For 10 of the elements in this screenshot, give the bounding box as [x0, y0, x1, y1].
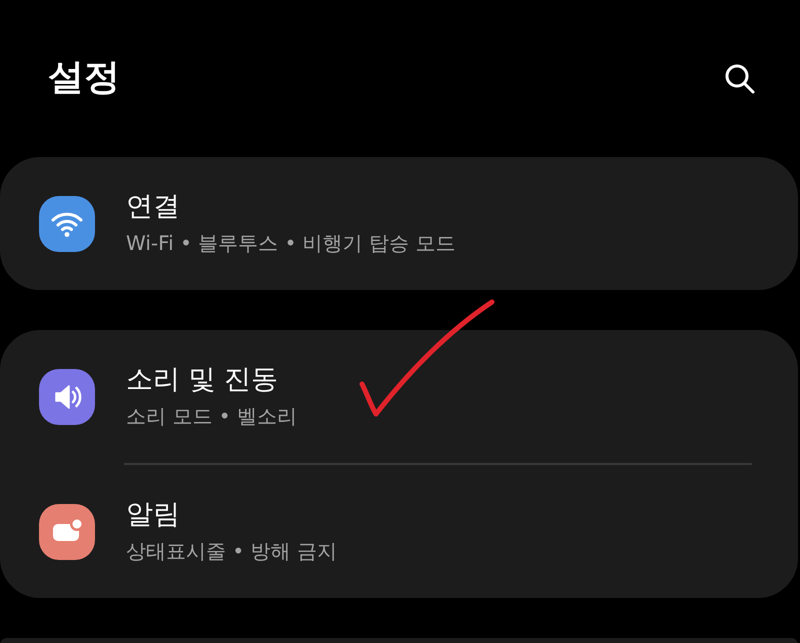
speaker-icon[interactable] [39, 368, 95, 424]
notification-icon[interactable] [39, 504, 95, 560]
wifi-icon[interactable] [39, 196, 95, 252]
setting-subtitle: 소리 모드 • 벨소리 [126, 403, 297, 429]
page-title: 설정 [48, 56, 120, 100]
setting-title[interactable]: 알림 [126, 499, 337, 531]
setting-title[interactable]: 연결 [126, 191, 456, 223]
setting-subtitle: 상태표시줄 • 방해 금지 [126, 538, 337, 564]
setting-subtitle: Wi-Fi • 블루투스 • 비행기 탑승 모드 [126, 230, 456, 256]
setting-title[interactable]: 소리 및 진동 [126, 364, 297, 396]
